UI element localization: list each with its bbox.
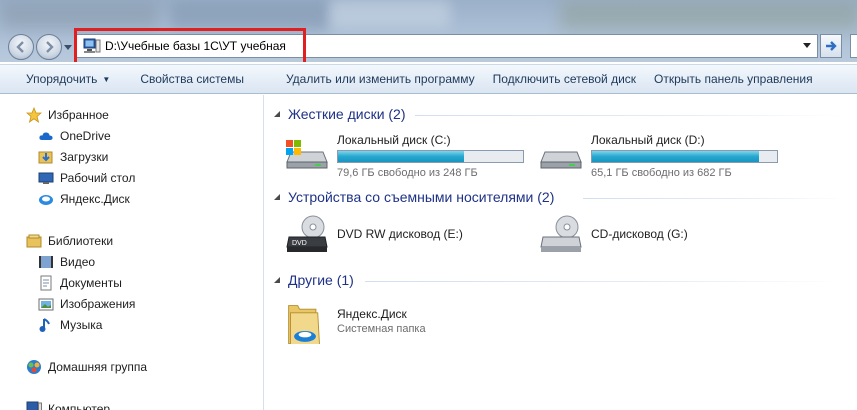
- hard-drive-icon: [540, 151, 582, 169]
- system-drive-icon: [286, 140, 328, 169]
- content-pane: Жесткие диски (2) Локальный диск (C:) 79…: [265, 95, 857, 410]
- group-divider: [365, 281, 847, 282]
- star-icon: [26, 107, 42, 123]
- group-header-other[interactable]: Другие (1): [273, 272, 354, 288]
- nav-item-downloads[interactable]: Загрузки: [38, 147, 108, 167]
- nav-libraries[interactable]: Библиотеки: [26, 231, 113, 251]
- arrow-left-icon: [16, 41, 24, 53]
- nav-item-music[interactable]: Музыка: [38, 315, 102, 335]
- navigation-pane: Избранное OneDrive Загрузки Рабочий стол…: [0, 95, 264, 410]
- nav-homegroup-label: Домашняя группа: [48, 360, 148, 374]
- open-control-panel-label: Открыть панель управления: [654, 72, 813, 86]
- drive-name: DVD RW дисковод (E:): [337, 227, 463, 241]
- organize-label: Упорядочить: [26, 72, 98, 86]
- dvd-drive-icon: DVD: [286, 215, 328, 252]
- item-subtitle: Системная папка: [337, 323, 426, 335]
- documents-icon: [40, 275, 52, 291]
- capacity-bar: [591, 150, 778, 163]
- nav-item-label: Видео: [60, 255, 96, 269]
- group-divider: [583, 198, 847, 199]
- yandex-disk-folder-icon: [288, 305, 320, 344]
- drive-free-space: 79,6 ГБ свободно из 248 ГБ: [337, 167, 478, 179]
- nav-item-label: Музыка: [60, 318, 103, 332]
- collapse-triangle-icon: [274, 277, 280, 283]
- nav-item-label: Документы: [60, 276, 122, 290]
- video-icon: [39, 256, 53, 268]
- drive-name: Локальный диск (D:): [591, 133, 705, 147]
- system-properties-button[interactable]: Свойства системы: [122, 65, 256, 93]
- yandex-disk-icon: [39, 195, 53, 205]
- organize-button[interactable]: Упорядочить ▼: [0, 65, 122, 93]
- go-button[interactable]: [820, 34, 842, 58]
- nav-favorites[interactable]: Избранное: [26, 105, 109, 125]
- nav-item-video[interactable]: Видео: [38, 252, 95, 272]
- nav-item-documents[interactable]: Документы: [38, 273, 122, 293]
- search-box[interactable]: [850, 34, 857, 58]
- nav-item-label: Яндекс.Диск: [60, 192, 130, 206]
- downloads-folder-icon: [38, 151, 53, 164]
- arrow-right-icon: [825, 41, 837, 51]
- forward-button[interactable]: [36, 34, 62, 60]
- arrow-right-icon: [46, 41, 54, 53]
- cloud-icon: [39, 132, 53, 140]
- nav-libraries-label: Библиотеки: [48, 234, 114, 248]
- pictures-icon: [38, 298, 54, 311]
- open-control-panel-button[interactable]: Открыть панель управления: [648, 65, 825, 93]
- nav-item-onedrive[interactable]: OneDrive: [38, 126, 111, 146]
- nav-item-desktop[interactable]: Рабочий стол: [38, 168, 135, 188]
- group-header-removable[interactable]: Устройства со съемными носителями (2): [273, 189, 554, 205]
- chevron-down-icon: ▼: [102, 74, 111, 84]
- window-title-area: D:\Учебные базы 1С\УТ учебная: [0, 0, 857, 62]
- drive-name: Локальный диск (C:): [337, 133, 451, 147]
- capacity-bar-fill: [338, 151, 464, 162]
- group-header-hard-drives[interactable]: Жесткие диски (2): [273, 106, 406, 122]
- group-header-label: Устройства со съемными носителями (2): [288, 189, 555, 205]
- nav-item-label: Изображения: [60, 297, 136, 311]
- computer-icon: [26, 401, 42, 410]
- item-name: Яндекс.Диск: [337, 307, 407, 321]
- address-dropdown-icon[interactable]: [803, 43, 811, 49]
- capacity-bar: [337, 150, 524, 163]
- nav-item-label: OneDrive: [60, 129, 111, 143]
- collapse-triangle-icon: [274, 194, 280, 200]
- nav-item-label: Рабочий стол: [60, 171, 136, 185]
- back-button[interactable]: [8, 34, 34, 60]
- nav-item-pictures[interactable]: Изображения: [38, 294, 135, 314]
- cd-drive-icon: [540, 215, 582, 252]
- group-header-label: Другие (1): [288, 272, 354, 288]
- libraries-icon: [26, 234, 42, 248]
- nav-computer[interactable]: Компьютер: [26, 399, 110, 410]
- address-highlight-box: [74, 28, 306, 62]
- system-properties-label: Свойства системы: [140, 72, 244, 86]
- drive-name: CD-дисковод (G:): [591, 227, 688, 241]
- collapse-triangle-icon: [274, 111, 280, 117]
- nav-favorites-label: Избранное: [48, 108, 109, 122]
- svg-text:DVD: DVD: [292, 240, 307, 247]
- uninstall-program-label: Удалить или изменить программу: [285, 72, 475, 86]
- nav-item-label: Загрузки: [60, 150, 109, 164]
- command-toolbar: Упорядочить ▼ Свойства системы Удалить и…: [0, 64, 857, 94]
- music-icon: [39, 318, 50, 332]
- map-network-drive-label: Подключить сетевой диск: [492, 72, 637, 86]
- homegroup-icon: [27, 360, 41, 374]
- nav-homegroup[interactable]: Домашняя группа: [26, 357, 147, 377]
- drive-free-space: 65,1 ГБ свободно из 682 ГБ: [591, 167, 732, 179]
- map-network-drive-button[interactable]: Подключить сетевой диск: [487, 65, 648, 93]
- nav-item-yandex-disk[interactable]: Яндекс.Диск: [38, 189, 130, 209]
- recent-pages-dropdown-icon[interactable]: [64, 42, 72, 52]
- nav-computer-label: Компьютер: [48, 402, 111, 410]
- group-header-label: Жесткие диски (2): [288, 106, 406, 122]
- uninstall-program-button[interactable]: Удалить или изменить программу: [256, 65, 487, 93]
- desktop-icon: [38, 172, 54, 184]
- group-divider: [415, 115, 845, 116]
- capacity-bar-fill: [592, 151, 759, 162]
